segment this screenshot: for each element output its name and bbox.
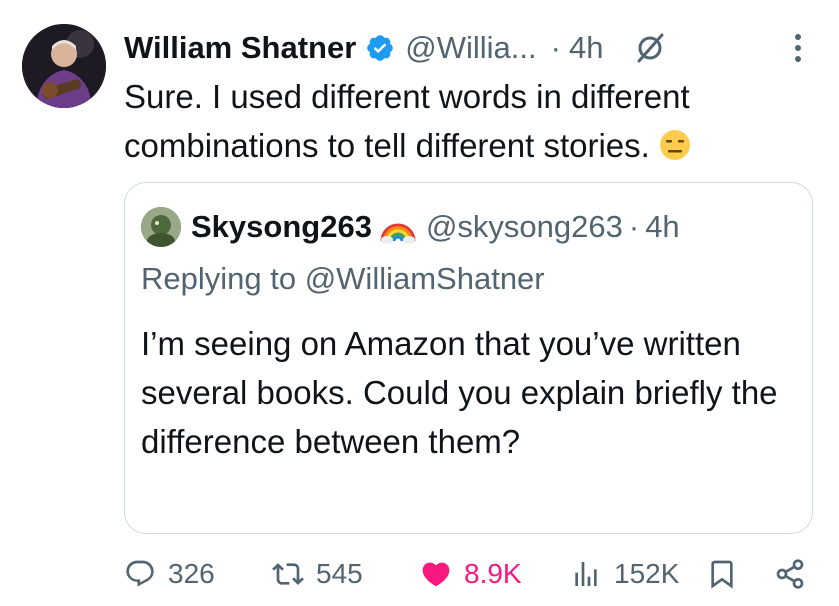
replying-to-label: Replying to @WilliamShatner bbox=[141, 261, 545, 296]
quote-author-name: Skysong263 bbox=[191, 209, 372, 244]
reply-button[interactable]: 326 bbox=[124, 552, 215, 596]
views-button[interactable]: 152K bbox=[570, 552, 679, 596]
quote-timestamp: 4h bbox=[645, 209, 680, 244]
tweet-timestamp[interactable]: 4h bbox=[569, 30, 603, 66]
repost-icon bbox=[272, 563, 304, 585]
quote-text: I’m seeing on Amazon that you’ve written… bbox=[141, 325, 778, 460]
quoted-tweet-card[interactable]: Skysong263 @skysong263 · 4h Replying to … bbox=[124, 182, 813, 534]
reply-icon bbox=[126, 560, 154, 587]
reply-count: 326 bbox=[168, 558, 215, 589]
share-icon bbox=[776, 559, 804, 589]
like-button[interactable]: 8.9K bbox=[420, 552, 522, 596]
share-button[interactable] bbox=[774, 552, 806, 596]
author-avatar[interactable] bbox=[22, 24, 106, 108]
author-avatar-image bbox=[22, 24, 106, 108]
rainbow-icon bbox=[380, 209, 416, 245]
header-separator: · bbox=[550, 30, 561, 65]
tweet-text: Sure. I used different words in differen… bbox=[124, 72, 824, 170]
tweet-text-content: Sure. I used different words in differen… bbox=[124, 78, 690, 164]
verified-badge-icon bbox=[365, 33, 395, 63]
views-icon bbox=[575, 562, 597, 586]
heart-icon bbox=[422, 562, 450, 587]
quote-header-separator: · bbox=[628, 209, 640, 244]
views-count: 152K bbox=[614, 558, 680, 589]
bookmark-button[interactable] bbox=[706, 552, 738, 596]
like-count: 8.9K bbox=[464, 558, 522, 589]
expressionless-face-icon bbox=[658, 126, 692, 160]
quote-header: Skysong263 @skysong263 · 4h bbox=[141, 205, 680, 249]
tweet-header: William Shatner @Willia... · 4h bbox=[124, 26, 819, 70]
grok-icon[interactable] bbox=[633, 31, 667, 65]
quote-author-avatar bbox=[141, 207, 181, 247]
bookmark-icon bbox=[711, 560, 733, 589]
repost-count: 545 bbox=[316, 558, 363, 589]
quote-author-handle: @skysong263 bbox=[425, 209, 623, 244]
author-name[interactable]: William Shatner bbox=[124, 30, 356, 66]
repost-button[interactable]: 545 bbox=[272, 552, 363, 596]
action-bar: 326 545 8.9K 152K bbox=[124, 552, 824, 596]
more-icon[interactable] bbox=[791, 30, 805, 66]
author-handle[interactable]: @Willia... bbox=[405, 30, 536, 66]
